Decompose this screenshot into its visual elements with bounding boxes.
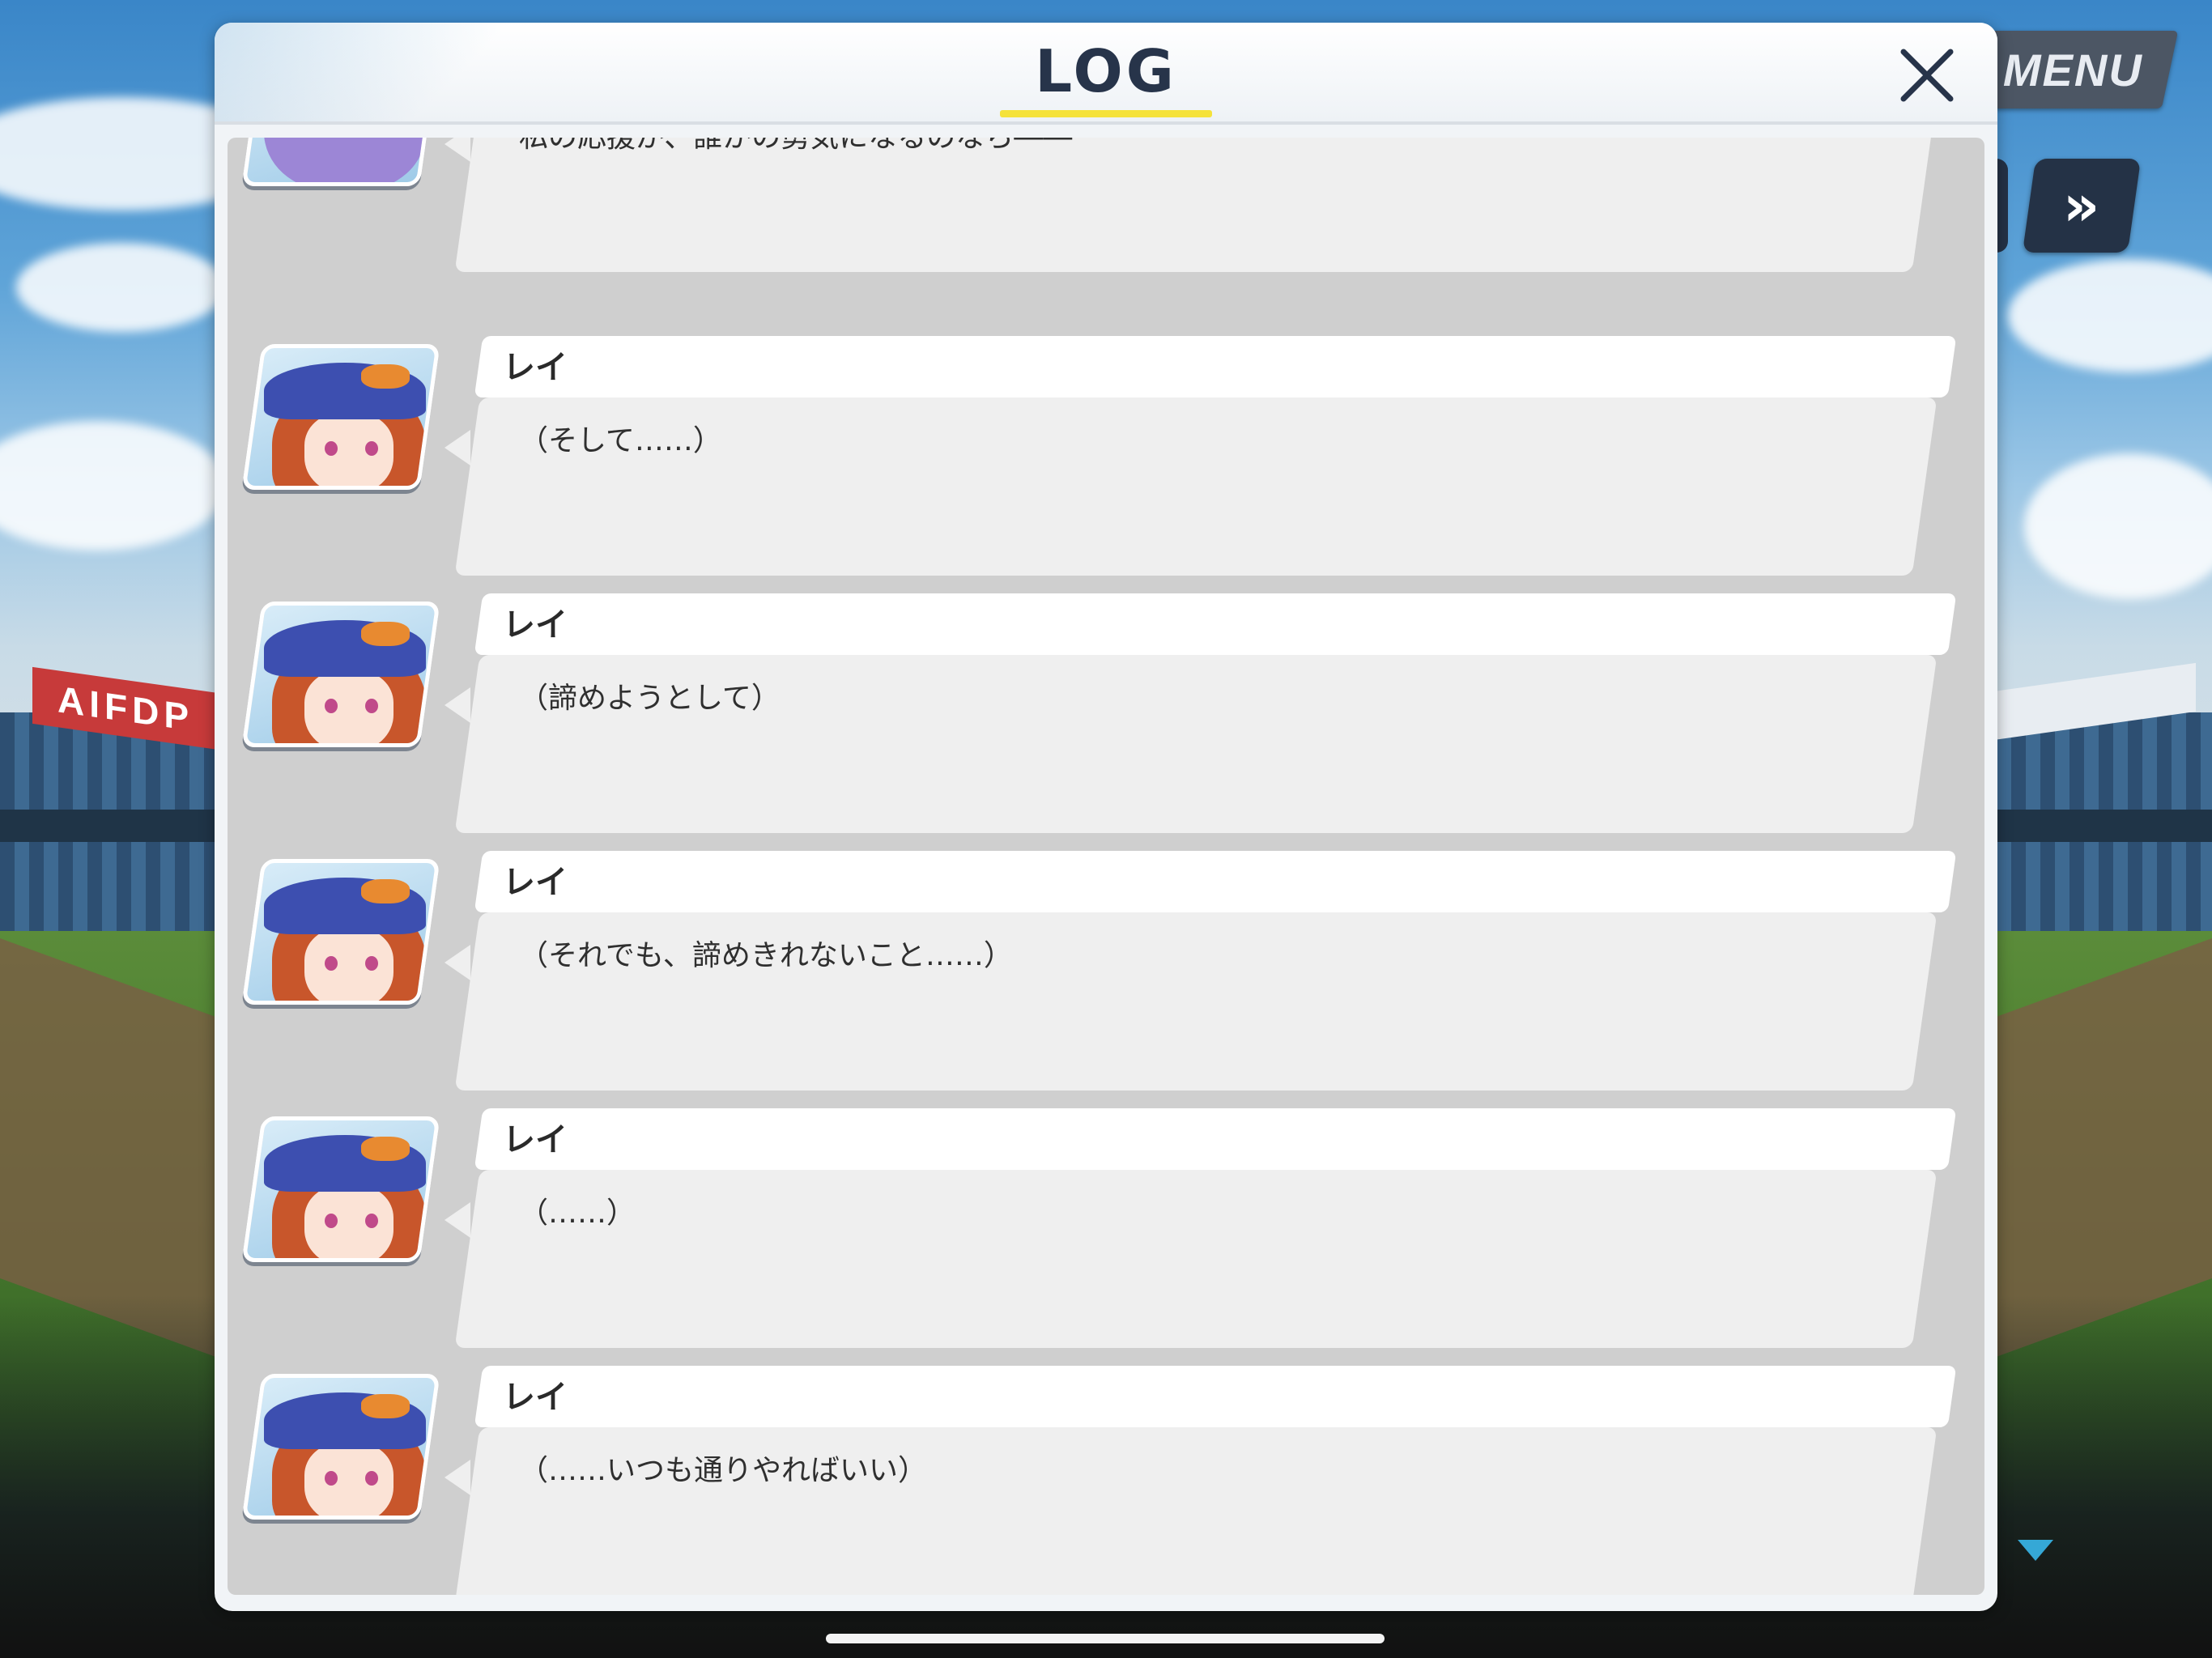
message-text: （そして……）	[519, 424, 722, 457]
close-button[interactable]	[1891, 39, 1963, 112]
bubble-tail	[445, 1202, 470, 1238]
message-text: （それでも、諦めきれないこと……）	[519, 939, 1013, 972]
next-arrow-icon	[2018, 1540, 2053, 1561]
character-avatar	[241, 1374, 440, 1520]
character-avatar	[241, 344, 440, 490]
log-title: LOG	[1035, 37, 1177, 105]
menu-button[interactable]: MENU	[1967, 31, 2179, 108]
message-text: （……いつも通りやればいい）	[519, 1454, 928, 1487]
fast-forward-icon: »	[2063, 172, 2100, 239]
bubble-tail	[445, 430, 470, 466]
speaker-name-bar	[474, 1366, 1957, 1427]
home-indicator[interactable]	[826, 1634, 1385, 1643]
log-entry: 私の応援が、誰かの勇気になるのなら――	[228, 138, 1984, 275]
bubble-tail	[445, 138, 470, 162]
message-bubble	[454, 138, 1938, 272]
bubble-tail	[445, 1460, 470, 1495]
speaker-name-bar	[474, 1108, 1957, 1170]
message-text: （……）	[519, 1197, 636, 1230]
log-entry: レイ （……）	[228, 1108, 1984, 1351]
log-entry: レイ （……いつも通りやればいい）	[228, 1366, 1984, 1595]
speaker-name: レイ	[503, 1121, 568, 1158]
log-entry: レイ （諦めようとして）	[228, 593, 1984, 836]
log-entry: レイ （それでも、諦めきれないこと……）	[228, 851, 1984, 1094]
bubble-tail	[445, 945, 470, 980]
speaker-name: レイ	[503, 1379, 568, 1416]
log-scroll-area[interactable]: 私の応援が、誰かの勇気になるのなら―― レイ （そして……）	[228, 138, 1984, 1595]
speaker-name-bar	[474, 593, 1957, 655]
speaker-name: レイ	[503, 864, 568, 901]
character-avatar	[241, 1116, 440, 1262]
log-entry: レイ （そして……）	[228, 336, 1984, 579]
character-avatar	[241, 859, 440, 1005]
character-avatar	[241, 602, 440, 747]
menu-label: MENU	[2002, 44, 2143, 96]
speaker-name: レイ	[503, 606, 568, 644]
title-underline	[1000, 110, 1212, 117]
log-header: LOG	[215, 23, 1997, 125]
speaker-name-bar	[474, 851, 1957, 912]
bubble-tail	[445, 687, 470, 723]
message-text: （諦めようとして）	[519, 682, 781, 715]
speaker-name-bar	[474, 336, 1957, 397]
character-avatar	[241, 138, 440, 186]
fast-forward-button[interactable]: »	[2022, 159, 2142, 253]
message-bubble	[454, 1170, 1938, 1348]
speaker-name: レイ	[503, 349, 568, 386]
message-text: 私の応援が、誰かの勇気になるのなら――	[519, 138, 1072, 155]
cloud	[16, 243, 227, 332]
close-icon	[1900, 49, 1954, 102]
log-panel: LOG 私の応援が、誰かの勇気になるのなら――	[215, 23, 1997, 1611]
